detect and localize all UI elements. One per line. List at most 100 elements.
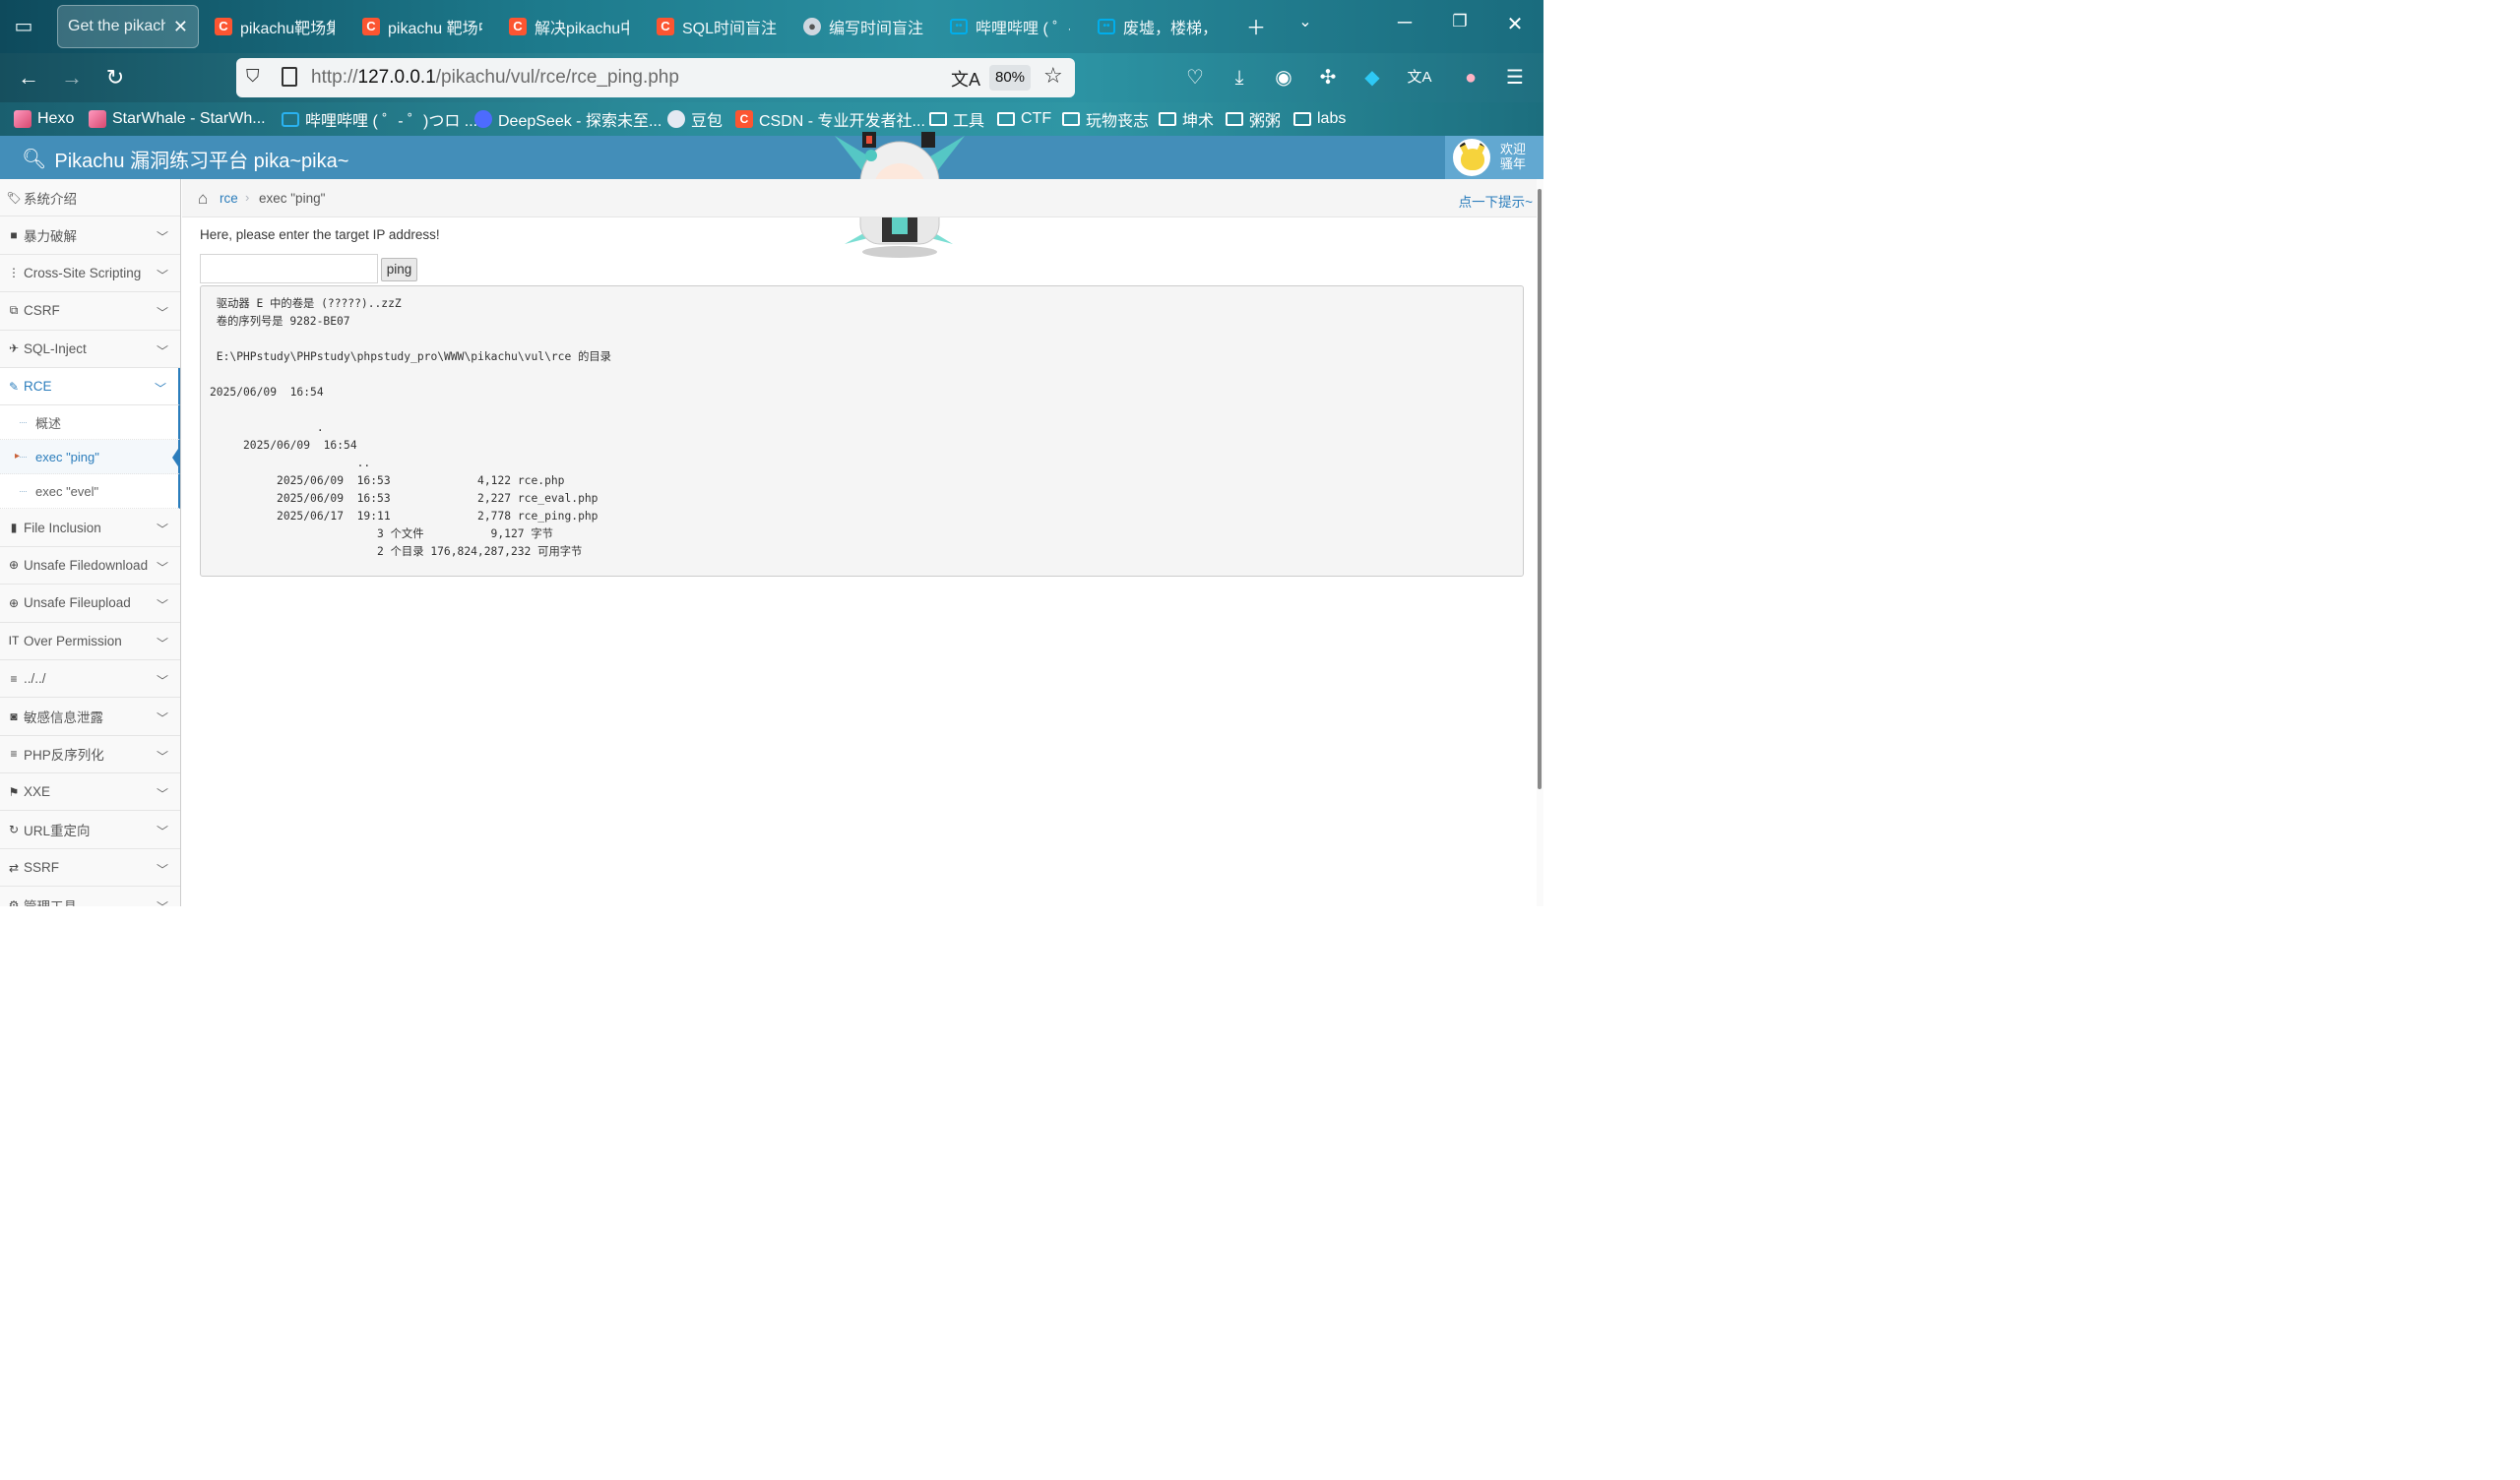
tab[interactable]: •• 哔哩哔哩 ( ゜- (940, 5, 1080, 48)
hint-link[interactable]: 点一下提示~ (1459, 191, 1533, 211)
sidebar-item-admin-tools[interactable]: ⚙ 管理工具 ﹀ (0, 887, 180, 906)
extension-avatar-icon[interactable]: ● (1457, 65, 1484, 91)
bookmark-deepseek[interactable]: DeepSeek - 探索未至... (474, 108, 662, 130)
chevron-down-icon: ﹀ (156, 268, 168, 282)
sidebar-item-ssrf[interactable]: ⇄ SSRF ﹀ (0, 848, 180, 888)
chevron-down-icon: ﹀ (157, 898, 168, 906)
new-tab-icon[interactable]: ＋ (1241, 12, 1271, 40)
extensions-icon[interactable]: ✣ (1314, 65, 1342, 91)
minimize-icon[interactable]: ─ (1390, 12, 1419, 34)
sidebar-subitem-overview[interactable]: 概述 (0, 405, 180, 441)
bookmark-folder-games[interactable]: 玩物丧志 (1062, 108, 1149, 130)
bookmark-folder-labs[interactable]: labs (1293, 108, 1346, 130)
sidebar-item-xss[interactable]: ⋮ Cross-Site Scripting ﹀ (0, 254, 180, 293)
sidebar-item-sqli[interactable]: ✈ SQL-Inject ﹀ (0, 330, 180, 368)
sidebar-item-dir-traversal[interactable]: ≡ ../../ ﹀ (0, 659, 180, 699)
bookmark-hexo[interactable]: Hexo (14, 108, 74, 130)
chevron-down-icon: ﹀ (156, 825, 168, 839)
sidebar-item-label: RCE (24, 379, 52, 395)
chevron-down-icon: ﹀ (156, 306, 168, 321)
align-left-icon: ≡ (10, 747, 18, 762)
bookmark-starwhale[interactable]: StarWhale - StarWh... (89, 108, 266, 130)
account-icon[interactable]: ◉ (1270, 65, 1297, 91)
chevron-down-icon[interactable]: ⌄ (1291, 12, 1320, 31)
chevron-down-icon: ﹀ (156, 673, 168, 688)
url-host: 127.0.0.1 (357, 67, 436, 88)
bookmark-doubao[interactable]: 豆包 (667, 108, 723, 130)
bookmark-folder-kunshu[interactable]: 坤术 (1159, 108, 1214, 130)
sidebar-item-label: Over Permission (24, 633, 122, 648)
chevron-down-icon: ﹀ (156, 598, 168, 613)
tab[interactable]: C pikachu靶场集 (205, 5, 345, 48)
tab-overview-icon[interactable]: ▭ (10, 14, 37, 39)
tab[interactable]: C SQL时间盲注p (647, 5, 787, 48)
sidebar-item-intro[interactable]: 🏷︎ 系统介绍 (0, 179, 180, 217)
upload-icon: ⊕ (8, 595, 20, 610)
ping-button[interactable]: ping (381, 258, 417, 281)
extension-translate-icon[interactable]: 文A (1406, 65, 1433, 91)
home-icon[interactable]: ⌂ (198, 189, 208, 209)
sidebar-subitem-label: 概述 (35, 415, 62, 431)
bookmark-folder-ctf[interactable]: CTF (997, 108, 1051, 130)
bookmark-star-icon[interactable]: ☆ (1043, 63, 1063, 89)
folder-icon (929, 112, 947, 126)
breadcrumb-link-rce[interactable]: rce (220, 191, 238, 206)
pocket-icon[interactable]: ♡ (1181, 65, 1209, 91)
page-scrollbar[interactable] (1537, 179, 1544, 906)
tab-label: 解决pikachu中 (535, 21, 629, 37)
user-menu[interactable]: 欢迎 骚年 (1445, 136, 1544, 179)
bookmark-label: CTF (1021, 110, 1052, 127)
sidebar-item-info-leak[interactable]: ◙ 敏感信息泄露 ﹀ (0, 698, 180, 736)
sidebar-item-bruteforce[interactable]: ■ 暴力破解 ﹀ (0, 216, 180, 255)
back-icon[interactable]: ← (14, 63, 43, 92)
close-window-icon[interactable]: ✕ (1500, 12, 1530, 36)
chevron-down-icon: ﹀ (156, 711, 168, 726)
sidebar-item-fileupload[interactable]: ⊕ Unsafe Fileupload ﹀ (0, 585, 180, 623)
csdn-icon: C (657, 18, 674, 35)
tab-label: Get the pikachu (68, 18, 165, 34)
translate-icon[interactable]: 文A (951, 66, 980, 92)
address-bar[interactable]: ⛉ http://127.0.0.1/pikachu/vul/rce/rce_p… (236, 58, 1075, 97)
tab-label: SQL时间盲注p (682, 21, 777, 37)
sidebar-subitem-exec-ping[interactable]: ▸ exec "ping" (0, 440, 180, 475)
sidebar-item-php-unserialize[interactable]: ≡ PHP反序列化 ﹀ (0, 735, 180, 774)
sidebar-item-label: Cross-Site Scripting (24, 265, 142, 280)
folder-icon (1062, 112, 1080, 126)
maximize-icon[interactable]: ❐ (1445, 12, 1475, 31)
sidebar-item-url-redirect[interactable]: ↻ URL重定向 ﹀ (0, 811, 180, 849)
sidebar-item-xxe[interactable]: ⚑ XXE ﹀ (0, 773, 180, 812)
bookmark-folder-zhouzhou[interactable]: 粥粥 (1226, 108, 1281, 130)
bilibili-icon: •• (950, 19, 968, 34)
bookmark-bilibili[interactable]: 哔哩哔哩 ( ゜- ゜)つロ ... (282, 108, 477, 130)
sidebar-item-rce[interactable]: ✎ RCE ﹀ (0, 367, 180, 406)
welcome-text: 欢迎 骚年 (1500, 142, 1526, 171)
forward-icon[interactable]: → (57, 63, 87, 92)
shield-icon[interactable]: ⛉ (246, 66, 266, 90)
sidebar-item-filedownload[interactable]: ⊕ Unsafe Filedownload ﹀ (0, 546, 180, 586)
tab-active[interactable]: Get the pikachu ✕ (57, 5, 199, 48)
tab[interactable]: •• 废墟，楼梯， (1088, 5, 1228, 48)
zoom-level[interactable]: 80% (989, 65, 1031, 91)
browser-tab-bar: ▭ Get the pikachu ✕ C pikachu靶场集 C pikac… (0, 0, 1544, 53)
bookmark-label: 玩物丧志 (1086, 113, 1150, 130)
sidebar-subitem-exec-evel[interactable]: exec "evel" (0, 474, 180, 510)
tab[interactable]: ● 编写时间盲注脚 (793, 5, 933, 48)
url-path: /pikachu/vul/rce/rce_ping.php (435, 67, 679, 88)
tab[interactable]: C pikachu 靶场中 (352, 5, 492, 48)
scrollbar-thumb[interactable] (1538, 189, 1542, 789)
sidebar-item-csrf[interactable]: ⧉ CSRF ﹀ (0, 292, 180, 331)
lock-icon: ■ (10, 228, 18, 243)
sidebar-item-label: CSRF (24, 303, 60, 319)
download-icon[interactable]: ⤓ (1226, 65, 1253, 91)
close-tab-icon[interactable]: ✕ (173, 17, 188, 37)
tab[interactable]: C 解决pikachu中 (499, 5, 639, 48)
welcome-line: 欢迎 (1500, 142, 1527, 156)
ip-address-input[interactable] (200, 254, 378, 283)
url-text[interactable]: http://127.0.0.1/pikachu/vul/rce/rce_pin… (311, 67, 679, 89)
menu-icon[interactable]: ☰ (1501, 65, 1529, 91)
extension-blue-icon[interactable]: ◆ (1358, 65, 1386, 91)
sidebar-item-over-permission[interactable]: IT Over Permission ﹀ (0, 622, 180, 660)
sidebar-item-file-inclusion[interactable]: ▮ File Inclusion ﹀ (0, 509, 180, 547)
site-brand[interactable]: 🔍︎ Pikachu 漏洞练习平台 pika~pika~ (22, 145, 348, 173)
reload-icon[interactable]: ↻ (100, 63, 130, 92)
